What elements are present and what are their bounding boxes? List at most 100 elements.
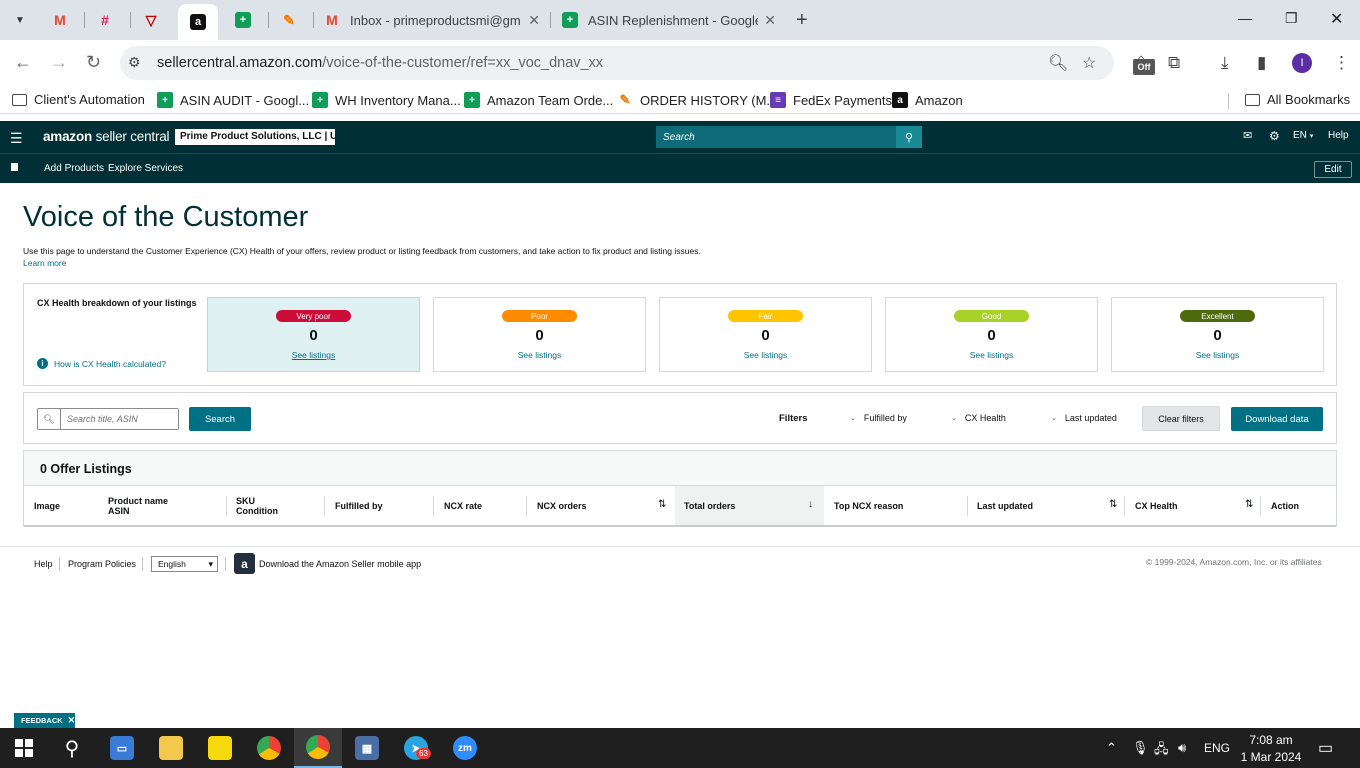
bookmark-item[interactable]: a Amazon xyxy=(892,92,963,108)
tab-sheets-pinned[interactable]: + xyxy=(235,6,257,34)
bookmark-item[interactable]: + Amazon Team Orde... xyxy=(464,92,613,108)
tab-asin-replenishment[interactable]: + ASIN Replenishment - Google S ✕ xyxy=(562,6,776,34)
restore-icon[interactable]: ❐ xyxy=(1285,10,1298,27)
cx-card-good[interactable]: Good 0 See listings xyxy=(885,297,1098,372)
cx-card-fair[interactable]: Fair 0 See listings xyxy=(659,297,872,372)
taskbar-search[interactable]: ⚲ xyxy=(48,728,96,768)
tab-gmail-pinned[interactable]: M xyxy=(52,6,74,34)
bookmark-item[interactable]: ✎ ORDER HISTORY (M... xyxy=(617,92,778,108)
column-header-sorted[interactable]: Total orders xyxy=(675,486,824,526)
side-panel-icon[interactable]: ▮ xyxy=(1257,53,1266,73)
reload-icon[interactable]: ↻ xyxy=(86,52,101,73)
taskbar-app-telegram[interactable]: ➤ 63 xyxy=(392,728,440,768)
tab-gmail-inbox[interactable]: M Inbox - primeproductsmi@gma ✕ xyxy=(324,6,540,34)
see-listings-link[interactable]: See listings xyxy=(886,350,1097,360)
gear-icon[interactable]: ⚙ xyxy=(1269,129,1280,143)
bookmark-item[interactable]: + WH Inventory Mana... xyxy=(312,92,461,108)
cx-card-poor[interactable]: Poor 0 See listings xyxy=(433,297,646,372)
tray-expand-icon[interactable]: ⌃ xyxy=(1106,740,1117,756)
help-link[interactable]: Help xyxy=(1328,130,1349,141)
tab-pinned-v[interactable]: ▽ xyxy=(143,6,165,34)
bookmark-item[interactable]: ≡ FedEx Payments xyxy=(770,92,892,108)
microphone-icon[interactable]: 🎙︎ xyxy=(1132,740,1149,756)
cx-health-how-link[interactable]: i How is CX Health calculated? xyxy=(37,358,166,369)
tab-clickup-pinned[interactable]: ✎ xyxy=(281,6,303,34)
download-icon[interactable]: ⤓ xyxy=(1221,53,1229,73)
url-text[interactable]: sellercentral.amazon.com/voice-of-the-cu… xyxy=(157,55,603,71)
close-window-icon[interactable]: ✕ xyxy=(1330,9,1343,29)
sort-icon[interactable]: ⇅ xyxy=(1245,499,1253,510)
extensions-puzzle-icon[interactable]: ⧉ xyxy=(1168,53,1180,73)
close-tab-icon[interactable]: ✕ xyxy=(528,12,540,29)
sort-descending-icon[interactable]: ↓ xyxy=(808,499,813,510)
taskbar-app-explorer[interactable] xyxy=(147,728,195,768)
minimize-icon[interactable]: — xyxy=(1238,10,1252,26)
clear-filters-button[interactable]: Clear filters xyxy=(1142,406,1220,431)
footer-help-link[interactable]: Help xyxy=(34,559,53,569)
see-listings-link[interactable]: See listings xyxy=(1112,350,1323,360)
close-icon[interactable]: ✕ xyxy=(68,715,76,726)
see-listings-link[interactable]: See listings xyxy=(208,350,419,360)
column-header-sortable[interactable]: Last updated xyxy=(977,486,1033,526)
listing-search-input[interactable] xyxy=(62,409,178,429)
tab-amazon-active[interactable]: a xyxy=(178,4,218,40)
learn-more-link[interactable]: Learn more xyxy=(23,258,66,268)
taskbar-app-desktop[interactable]: ▭ xyxy=(98,728,146,768)
notifications-icon[interactable]: ▭ xyxy=(1318,738,1333,758)
network-icon[interactable]: 🖧 xyxy=(1154,740,1169,762)
cx-card-very-poor[interactable]: Very poor 0 See listings xyxy=(207,297,420,372)
all-bookmarks[interactable]: All Bookmarks xyxy=(1245,92,1350,107)
language-menu[interactable]: EN ▾ xyxy=(1293,130,1313,141)
taskbar-app-zoom[interactable]: zm xyxy=(441,728,489,768)
mail-icon[interactable]: ✉ xyxy=(1243,129,1252,142)
edit-nav-button[interactable]: Edit xyxy=(1314,161,1352,178)
see-listings-link[interactable]: See listings xyxy=(434,350,645,360)
feedback-button[interactable]: FEEDBACK ✕ xyxy=(14,713,75,728)
site-info-icon[interactable]: ⚙ xyxy=(128,54,141,71)
taskbar-app-notes[interactable] xyxy=(196,728,244,768)
see-listings-link[interactable]: See listings xyxy=(660,350,871,360)
taskbar-app-chrome-profile[interactable] xyxy=(294,728,342,768)
hamburger-menu-icon[interactable]: ☰ xyxy=(10,130,23,147)
global-search-input[interactable] xyxy=(656,126,896,148)
seller-central-logo[interactable]: amazon seller central xyxy=(43,129,170,144)
bookmark-star-icon[interactable]: ☆ xyxy=(1082,53,1096,73)
more-menu-icon[interactable]: ⋮ xyxy=(1333,53,1350,73)
profile-avatar[interactable]: I xyxy=(1292,53,1312,73)
bookmark-icon[interactable] xyxy=(11,163,18,171)
taskbar-app-calculator[interactable]: ▦ xyxy=(343,728,391,768)
search-icon[interactable]: ⚲ xyxy=(896,126,922,148)
taskbar-app-chrome[interactable] xyxy=(245,728,293,768)
address-bar[interactable]: ⚙ sellercentral.amazon.com/voice-of-the-… xyxy=(120,46,1114,80)
cx-card-excellent[interactable]: Excellent 0 See listings xyxy=(1111,297,1324,372)
nav-explore-services[interactable]: Explore Services xyxy=(108,163,183,174)
new-tab-icon[interactable]: + xyxy=(796,9,808,32)
account-switcher[interactable]: Prime Product Solutions, LLC | U... xyxy=(175,129,335,145)
zoom-icon[interactable]: 🔍︎ xyxy=(1048,53,1068,73)
forward-icon[interactable]: → xyxy=(50,52,68,73)
tab-slack-pinned[interactable]: # xyxy=(97,6,119,34)
volume-icon[interactable]: 🔊︎ xyxy=(1178,740,1186,756)
taskbar-clock[interactable]: 7:08 am 1 Mar 2024 xyxy=(1238,732,1304,766)
fulfilled-by-dropdown[interactable]: ⌄ Fulfilled by xyxy=(850,413,907,423)
amazon-app-icon[interactable]: a xyxy=(234,553,255,574)
nav-add-products[interactable]: Add Products xyxy=(44,163,104,174)
bookmark-item[interactable]: Client's Automation xyxy=(12,92,145,107)
program-policies-link[interactable]: Program Policies xyxy=(68,559,136,569)
tab-search-chevron-icon[interactable]: ▼ xyxy=(8,8,32,32)
download-app-link[interactable]: Download the Amazon Seller mobile app xyxy=(259,559,421,569)
start-button[interactable] xyxy=(0,728,48,768)
bookmark-item[interactable]: + ASIN AUDIT - Googl... xyxy=(157,92,309,108)
sort-icon[interactable]: ⇅ xyxy=(658,499,666,510)
close-tab-icon[interactable]: ✕ xyxy=(764,12,776,29)
input-language[interactable]: ENG xyxy=(1204,741,1230,755)
back-icon[interactable]: ← xyxy=(14,52,32,73)
sort-icon[interactable]: ⇅ xyxy=(1109,499,1117,510)
search-button[interactable]: Search xyxy=(189,407,251,431)
column-header-sortable[interactable]: NCX orders xyxy=(537,486,587,526)
last-updated-dropdown[interactable]: ⌄ Last updated xyxy=(1051,413,1117,423)
column-header-sortable[interactable]: CX Health xyxy=(1135,486,1178,526)
download-data-button[interactable]: Download data xyxy=(1231,407,1323,431)
footer-language-select[interactable]: English ▾ xyxy=(151,556,218,572)
cx-health-dropdown[interactable]: ⌄ CX Health xyxy=(951,413,1006,423)
